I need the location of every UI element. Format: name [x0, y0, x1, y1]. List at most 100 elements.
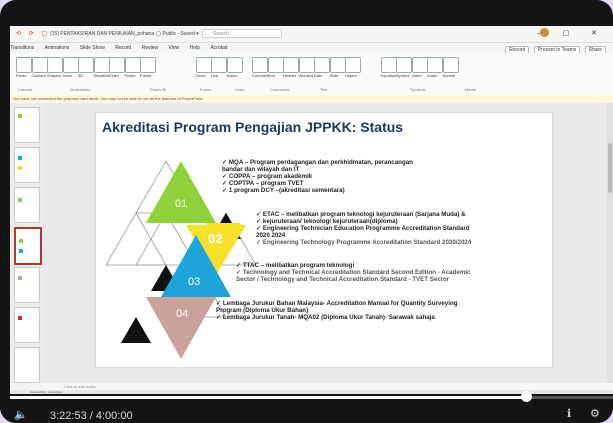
- ribbon-button[interactable]: [380, 57, 397, 73]
- tab[interactable]: Slide Show: [80, 45, 105, 51]
- ribbon-group-label: Text: [320, 87, 328, 92]
- tab[interactable]: View: [169, 45, 180, 51]
- ribbon-group-label: Camera: [18, 87, 33, 92]
- bullet: ✓ Engineering Technician Education Progr…: [256, 225, 470, 232]
- tab[interactable]: Review: [142, 45, 158, 51]
- ribbon-button-label: Forms: [140, 73, 152, 78]
- warning-bar: You have not connected the graphics card…: [10, 95, 613, 102]
- bullet: ✓ kejuruteraan/ teknologi kejuruteraan(d…: [256, 218, 398, 225]
- bullet: 2020 2024: [256, 232, 286, 239]
- notes-pane[interactable]: Click to add notes: [42, 383, 613, 390]
- slide-thumbnail[interactable]: [14, 347, 40, 383]
- ribbon-button-label: Chart: [109, 73, 119, 78]
- ribbon-button[interactable]: [16, 57, 32, 73]
- ribbon-button[interactable]: [109, 57, 125, 73]
- bullet: ✓ Lembaga Jurukur Bahan Malaysia- Accred…: [216, 300, 458, 307]
- ribbon-button-label: Camera: [31, 73, 46, 78]
- bullet: Sector / Technology and Technical Accred…: [236, 276, 450, 283]
- ribbon-button-label: Symbol: [396, 73, 410, 78]
- vertical-scrollbar[interactable]: [607, 103, 613, 383]
- ribbon-button[interactable]: [427, 57, 443, 73]
- volume-icon[interactable]: 🔈: [14, 408, 28, 421]
- window-controls[interactable]: – ▢ ✕: [537, 29, 607, 37]
- ribbon-button[interactable]: [47, 57, 63, 73]
- label-04: 04: [176, 308, 188, 320]
- ribbon-button[interactable]: [411, 57, 428, 73]
- window-titlebar: ⟲ ⟳ ▢ (15) PENTAKSIRAN DAN PENILAIAN_poh…: [10, 26, 613, 43]
- ribbon-button-label: Power: [124, 73, 136, 78]
- ribbon-button[interactable]: [298, 57, 315, 73]
- ribbon-button[interactable]: [93, 57, 110, 73]
- ribbon-button-label: Icons: [62, 73, 73, 78]
- ribbon-button[interactable]: [78, 57, 94, 73]
- ribbon-button-label: 3D: [78, 73, 84, 78]
- ribbon-button-label: Screen: [442, 73, 456, 78]
- ribbon-button[interactable]: [314, 57, 330, 73]
- ribbon-button[interactable]: [345, 57, 361, 73]
- ribbon-button[interactable]: [267, 57, 284, 73]
- ribbon-button[interactable]: [31, 57, 48, 73]
- ribbon-group-label: Media: [465, 87, 476, 92]
- scrollbar-thumb[interactable]: [608, 143, 612, 193]
- ribbon-group-label: Power BI: [150, 87, 167, 92]
- tab[interactable]: Acrobat: [210, 45, 227, 51]
- tab[interactable]: Animations: [45, 45, 70, 51]
- time-display: 3:22:53 / 4:00:00: [50, 410, 133, 422]
- bullet: bandar dan wilayah dan IT: [222, 166, 300, 173]
- label-03: 03: [188, 276, 200, 288]
- ribbon-group-label: Links: [235, 87, 245, 92]
- bullet: ✓ ETAC – melibatkan program teknologi ke…: [256, 211, 466, 218]
- bullet: ✓ Engineering Technology Programme Accre…: [256, 239, 472, 246]
- ribbon-button[interactable]: [396, 57, 412, 73]
- bullet: ✓ Technology and Technical Accreditation…: [236, 269, 471, 276]
- slide-thumbnail[interactable]: [14, 267, 40, 303]
- bullet: ✓ MQA – Program perdagangan dan perkhidm…: [222, 159, 413, 166]
- ribbon-button-label: Link: [211, 73, 219, 78]
- video-card: ⟲ ⟳ ▢ (15) PENTAKSIRAN DAN PENILAIAN_poh…: [0, 0, 613, 423]
- video-frame[interactable]: ⟲ ⟳ ▢ (15) PENTAKSIRAN DAN PENILAIAN_poh…: [10, 26, 613, 394]
- ribbon-group-label: Forms: [200, 87, 212, 92]
- ribbon-button[interactable]: [252, 57, 268, 73]
- label-01: 01: [175, 198, 187, 210]
- ribbon-button[interactable]: [211, 57, 227, 73]
- ribbon-group-label: Comments: [270, 87, 290, 92]
- ribbon-button-label: Action: [226, 73, 238, 78]
- tab[interactable]: Transitions: [10, 45, 34, 51]
- label-02: 02: [208, 231, 222, 246]
- slide-thumbnail[interactable]: [14, 107, 40, 143]
- tab[interactable]: Help: [190, 45, 200, 51]
- ribbon-button-label: Slide: [329, 73, 339, 78]
- slide-thumbnail[interactable]: [14, 147, 40, 183]
- bullet: ✓ 1 program DCY –(akreditasi sementara): [222, 187, 345, 194]
- tab[interactable]: Record: [115, 45, 131, 51]
- ribbon-button[interactable]: [283, 57, 299, 73]
- triangle-04: [146, 297, 216, 359]
- ribbon-button-label: Text: [267, 73, 275, 78]
- captions-icon[interactable]: ℹ: [567, 407, 571, 420]
- ribbon-button-label: Equation: [380, 73, 397, 78]
- ribbon-button[interactable]: [226, 57, 243, 73]
- black-triangle: [121, 317, 151, 343]
- ribbon-button-label: Audio: [427, 73, 438, 78]
- slide-thumbnails: [10, 103, 42, 383]
- bullet: ✓ COPPA – program akademik: [222, 173, 313, 180]
- ribbon-button-label: Object: [345, 73, 357, 78]
- ribbon-button[interactable]: [442, 57, 459, 73]
- ribbon-button[interactable]: [195, 57, 212, 73]
- ribbon-button[interactable]: [62, 57, 79, 73]
- ribbon-button[interactable]: [124, 57, 141, 73]
- ribbon-button[interactable]: [140, 57, 156, 73]
- slide-thumbnail[interactable]: [14, 307, 40, 343]
- ribbon-button-label: Photo: [16, 73, 27, 78]
- bullet: ✓ TTAC – melibatkan program teknologi: [236, 262, 355, 269]
- ribbon-tabs: Transitions Animations Slide Show Record…: [10, 43, 613, 54]
- quick-access-icons[interactable]: ⟲ ⟳ ▢: [16, 30, 50, 37]
- search-input[interactable]: Search: [202, 29, 282, 38]
- ribbon-button-label: Header: [283, 73, 297, 78]
- slide-canvas[interactable]: Akreditasi Program Pengajian JPPKK: Stat…: [96, 113, 552, 367]
- ribbon-button-label: Video: [411, 73, 422, 78]
- settings-icon[interactable]: ⚙: [590, 407, 600, 420]
- ribbon-button[interactable]: [329, 57, 346, 73]
- slide-thumbnail[interactable]: [14, 187, 40, 223]
- slide-thumbnail-selected[interactable]: [14, 227, 42, 265]
